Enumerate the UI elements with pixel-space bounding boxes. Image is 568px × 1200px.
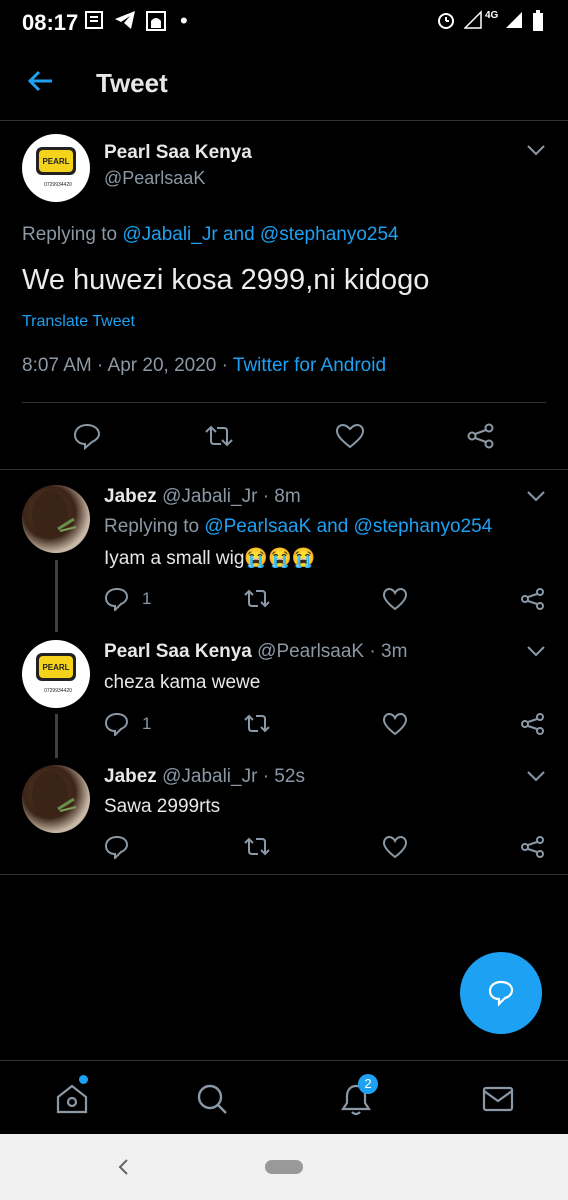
news-icon: [85, 11, 103, 29]
chevron-down-icon[interactable]: [526, 489, 546, 503]
svg-text:0729934420: 0729934420: [44, 688, 72, 694]
divider: [0, 469, 568, 470]
messages-mail-icon[interactable]: [482, 1085, 514, 1113]
chevron-down-icon[interactable]: [526, 644, 546, 658]
reply-bubble-icon: [488, 980, 514, 1007]
like-icon[interactable]: [382, 712, 408, 736]
home-icon[interactable]: [55, 1083, 89, 1115]
author-name[interactable]: Pearl Saa Kenya: [104, 641, 252, 662]
tweet-text: cheza kama wewe: [104, 672, 261, 693]
avatar[interactable]: PEARL 0729934420: [22, 134, 90, 202]
tweet-text: Iyam a small wig😭😭😭: [104, 548, 316, 569]
back-chevron-icon[interactable]: [116, 1158, 130, 1176]
reply-header: Pearl Saa Kenya @PearlsaaK · 3m: [104, 641, 407, 663]
author-name[interactable]: Pearl Saa Kenya: [104, 142, 252, 164]
svg-text:0729934420: 0729934420: [44, 182, 72, 188]
replying-to: Replying to @PearlsaaK and @stephanyo254: [104, 516, 492, 538]
divider: [0, 874, 568, 875]
replying-prefix: Replying to: [22, 224, 118, 245]
chevron-down-icon[interactable]: [526, 143, 546, 157]
retweet-icon[interactable]: [202, 422, 236, 450]
signal-icon: [506, 12, 522, 28]
author-handle[interactable]: @Jabali_Jr: [162, 766, 257, 787]
telegram-icon: [115, 11, 135, 29]
replying-to: Replying to @Jabali_Jr and @stephanyo254: [22, 224, 399, 246]
reply-icon[interactable]: [104, 587, 130, 611]
like-icon[interactable]: [382, 587, 408, 611]
back-arrow-icon[interactable]: [26, 66, 56, 96]
tweet-timestamp: 8:07 AM · Apr 20, 2020 ·: [22, 355, 228, 376]
author-name[interactable]: Jabez: [104, 766, 157, 787]
reply-age: · 8m: [262, 486, 301, 507]
reply-header: Jabez @Jabali_Jr · 52s: [104, 766, 305, 788]
avatar[interactable]: PEARL 0729934420: [22, 640, 90, 708]
replying-users-link[interactable]: @PearlsaaK and @stephanyo254: [204, 516, 492, 537]
retweet-icon[interactable]: [242, 835, 272, 859]
battery-icon: [533, 10, 543, 31]
search-icon[interactable]: [196, 1083, 228, 1115]
like-icon[interactable]: [335, 422, 365, 450]
status-bar: 08:17 • 4G: [0, 0, 568, 44]
signal-empty-icon: [464, 10, 482, 29]
reply-age: · 3m: [369, 641, 408, 662]
home-pill-icon[interactable]: [265, 1160, 303, 1174]
status-time: 08:17: [22, 10, 79, 35]
reply-age: · 52s: [262, 766, 305, 787]
like-icon[interactable]: [382, 835, 408, 859]
reply-header: Jabez @Jabali_Jr · 8m: [104, 486, 301, 508]
svg-text:PEARL: PEARL: [42, 663, 69, 672]
author-handle[interactable]: @Jabali_Jr: [162, 486, 257, 507]
reply-fab-button[interactable]: [460, 952, 542, 1034]
avatar[interactable]: [22, 765, 90, 833]
jabez-avatar-icon: [32, 771, 77, 819]
share-icon[interactable]: [520, 835, 546, 859]
author-handle[interactable]: @PearlsaaK: [257, 641, 364, 662]
share-icon[interactable]: [466, 422, 496, 450]
tweet-source-link[interactable]: Twitter for Android: [233, 355, 386, 376]
tweet-meta: 8:07 AM · Apr 20, 2020 · Twitter for And…: [22, 355, 386, 377]
retweet-icon[interactable]: [242, 712, 272, 736]
tweet-text: We huwezi kosa 2999,ni kidogo: [22, 264, 430, 296]
reply-icon[interactable]: [104, 835, 130, 859]
retweet-icon[interactable]: [242, 587, 272, 611]
mosque-icon: [146, 11, 166, 31]
page-title: Tweet: [96, 68, 168, 98]
app-bar: Tweet: [0, 44, 568, 121]
alarm-icon: [438, 13, 454, 29]
notifications-badge: 2: [358, 1074, 378, 1094]
reply-icon[interactable]: [104, 712, 130, 736]
bottom-nav: [0, 1060, 568, 1135]
author-handle[interactable]: @PearlsaaK: [104, 168, 205, 189]
thread-line: [55, 714, 58, 758]
system-nav-bar: [0, 1134, 568, 1200]
thread-line: [55, 560, 58, 632]
share-icon[interactable]: [520, 712, 546, 736]
chevron-down-icon[interactable]: [526, 769, 546, 783]
reply-count: 1: [142, 714, 152, 733]
pearl-logo-icon: PEARL 0729934420: [36, 147, 76, 188]
network-label: 4G: [485, 10, 499, 21]
reply-icon[interactable]: [72, 422, 102, 450]
translate-tweet-link[interactable]: Translate Tweet: [22, 313, 135, 331]
author-name[interactable]: Jabez: [104, 486, 157, 507]
notification-dot-icon: •: [180, 8, 188, 33]
replying-users-link[interactable]: @Jabali_Jr and @stephanyo254: [122, 224, 398, 245]
divider: [22, 402, 546, 403]
share-icon[interactable]: [520, 587, 546, 611]
new-content-dot: [79, 1075, 88, 1084]
pearl-logo-icon: PEARL 0729934420: [36, 653, 76, 694]
tweet-text: Sawa 2999rts: [104, 796, 221, 817]
avatar[interactable]: [22, 485, 90, 553]
replying-prefix: Replying to: [104, 516, 200, 537]
svg-text:PEARL: PEARL: [42, 157, 69, 166]
jabez-avatar-icon: [32, 491, 77, 539]
reply-count: 1: [142, 589, 152, 608]
